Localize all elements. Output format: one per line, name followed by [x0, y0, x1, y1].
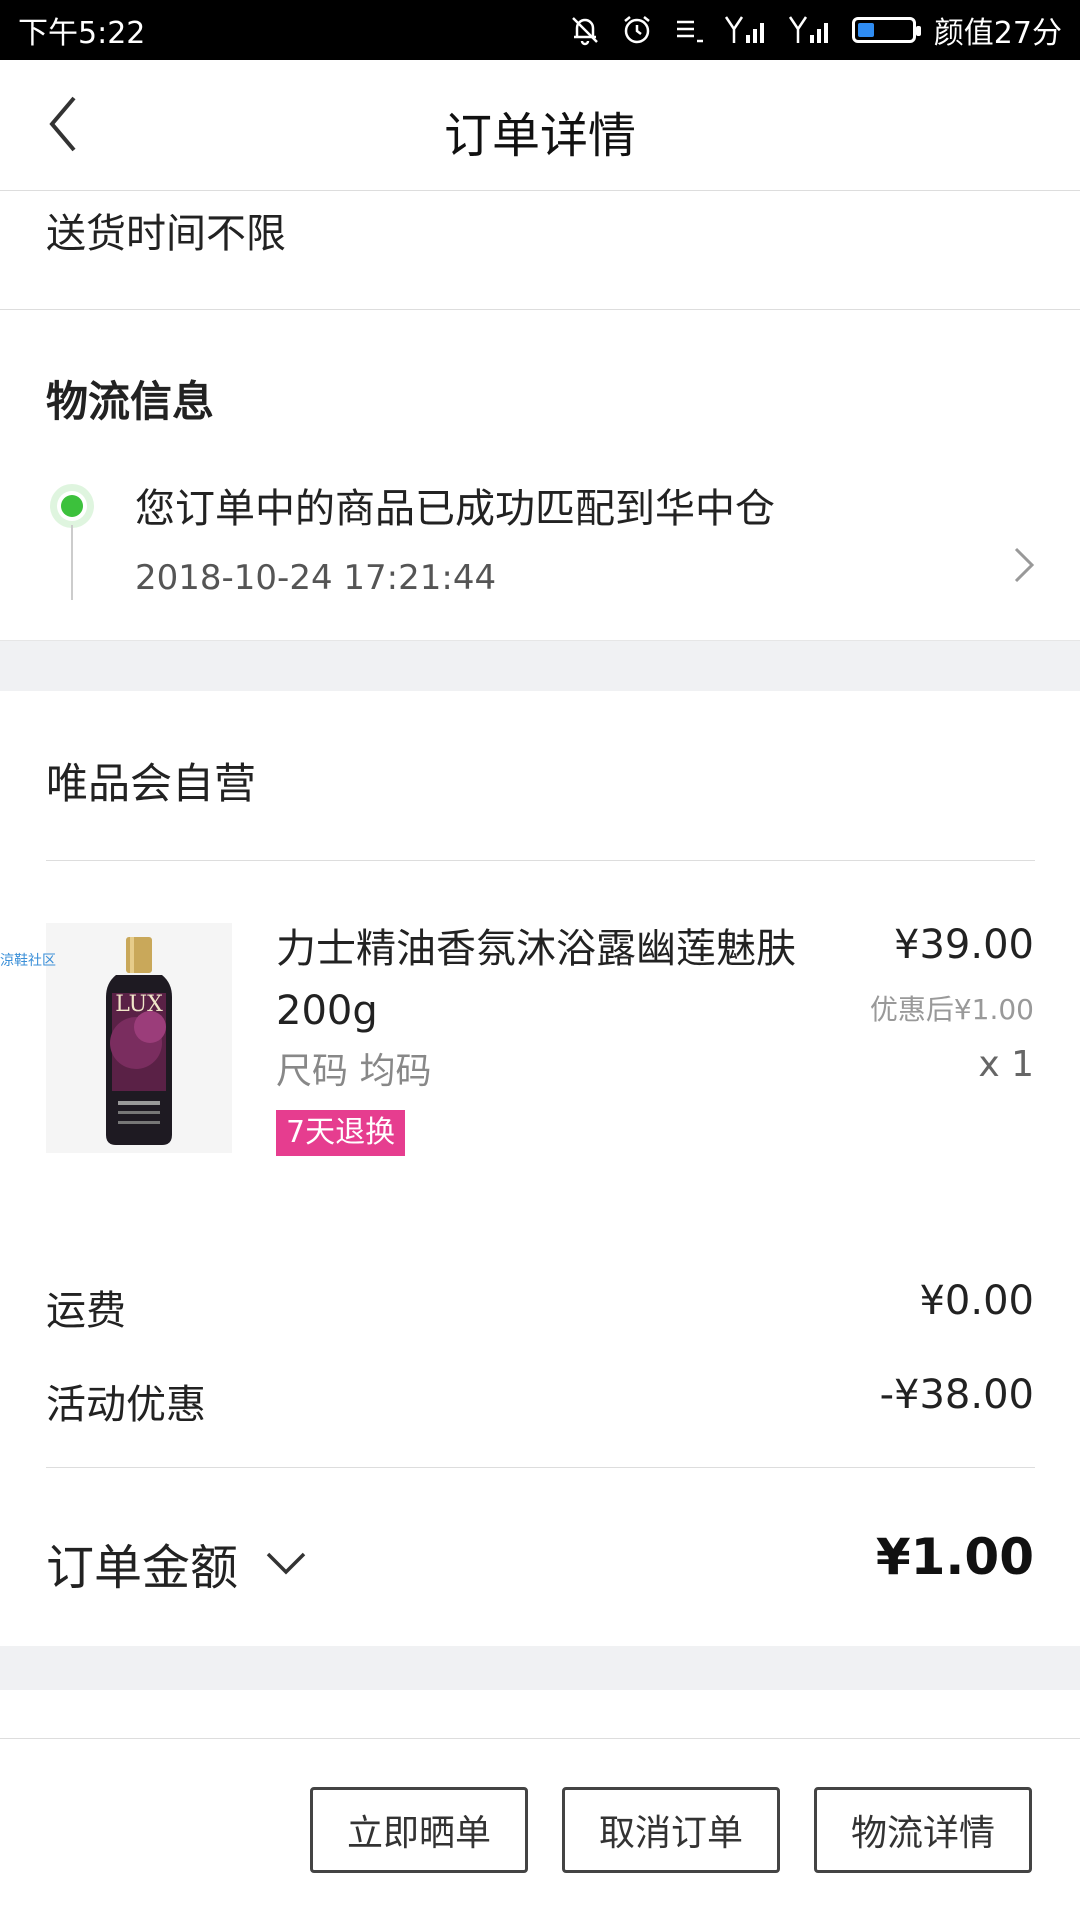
- order-total-toggle[interactable]: 订单金额: [46, 1528, 308, 1598]
- status-carrier-text: 颜值27分: [933, 16, 1062, 51]
- logistics-title: 物流信息: [46, 377, 215, 426]
- divider: [46, 1467, 1035, 1468]
- chevron-down-icon: [266, 1552, 306, 1575]
- mute-bell-icon: [568, 10, 602, 50]
- shipping-fee-label: 运费: [46, 1288, 126, 1334]
- product-price: ¥39.00: [894, 922, 1034, 968]
- promotion-discount-label: 活动优惠: [46, 1382, 206, 1428]
- logistics-time: 2018-10-24 17:21:44: [135, 558, 497, 598]
- product-quantity: x 1: [978, 1044, 1034, 1085]
- battery-level: [857, 23, 874, 37]
- promotion-discount-value: -¥38.00: [879, 1372, 1034, 1418]
- cancel-order-button[interactable]: 取消订单: [562, 1787, 780, 1873]
- status-time: 下午5:22: [18, 16, 146, 51]
- section-separator: [0, 640, 1080, 691]
- page-title: 订单详情: [443, 108, 636, 164]
- app-bar: 订单详情: [0, 60, 1080, 191]
- chevron-right-icon[interactable]: [1010, 545, 1040, 589]
- store-name: 唯品会自营: [46, 759, 257, 808]
- product-spec: 尺码 均码: [276, 1051, 432, 1092]
- shipping-fee-value: ¥0.00: [919, 1278, 1034, 1324]
- battery-icon: [851, 10, 921, 50]
- product-name[interactable]: 力士精油香氛沐浴露幽莲魅肤200g: [276, 918, 836, 1042]
- bottom-action-bar: 立即晒单 取消订单 物流详情: [0, 1738, 1080, 1921]
- product-image[interactable]: LUX: [46, 923, 232, 1153]
- status-bar: 下午5:22 颜值27分: [0, 0, 1080, 60]
- signal-icon: [724, 10, 770, 50]
- image-watermark: 涼鞋社区: [0, 953, 56, 969]
- notification-list-icon: [672, 10, 706, 50]
- return-policy-badge: 7天退换: [276, 1110, 406, 1156]
- product-brand-text: LUX: [115, 992, 163, 1017]
- section-separator: [0, 1646, 1080, 1690]
- logistics-message: 您订单中的商品已成功匹配到华中仓: [135, 486, 775, 532]
- delivery-time-text: 送货时间不限: [46, 211, 286, 257]
- order-total-label: 订单金额: [46, 1540, 239, 1596]
- divider: [46, 860, 1035, 861]
- delivery-section: 送货时间不限: [0, 191, 1080, 310]
- product-discount-price: 优惠后¥1.00: [869, 993, 1034, 1026]
- signal-icon: [788, 10, 834, 50]
- logistics-detail-button[interactable]: 物流详情: [814, 1787, 1032, 1873]
- share-order-button[interactable]: 立即晒单: [310, 1787, 528, 1873]
- order-total-value: ¥1.00: [875, 1528, 1034, 1586]
- alarm-icon: [620, 10, 654, 50]
- timeline-line: [71, 525, 73, 600]
